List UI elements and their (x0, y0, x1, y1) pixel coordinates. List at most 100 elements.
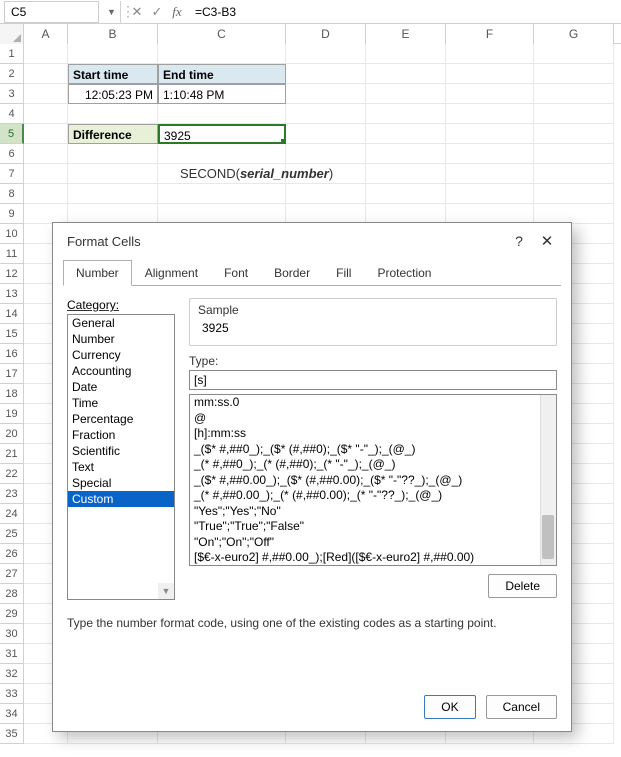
category-item[interactable]: Time (68, 395, 174, 411)
category-item[interactable]: Text (68, 459, 174, 475)
row-header-28[interactable]: 28 (0, 584, 24, 604)
category-list[interactable]: GeneralNumberCurrencyAccountingDateTimeP… (67, 314, 175, 600)
row-header-26[interactable]: 26 (0, 544, 24, 564)
category-item[interactable]: Number (68, 331, 174, 347)
format-code-item[interactable]: _(* #,##0_);_(* (#,##0);_(* "-"_);_(@_) (190, 457, 556, 473)
format-code-item[interactable]: _($* #,##0_);_($* (#,##0);_($* "-"_);_(@… (190, 442, 556, 458)
name-box[interactable] (4, 1, 99, 23)
col-header-E[interactable]: E (366, 24, 446, 44)
row-header-12[interactable]: 12 (0, 264, 24, 284)
type-input[interactable] (189, 370, 557, 390)
tab-fill[interactable]: Fill (323, 260, 364, 286)
row-header-35[interactable]: 35 (0, 724, 24, 744)
scrollbar-thumb[interactable] (542, 515, 554, 559)
cell-B3[interactable]: 12:05:23 PM (68, 84, 158, 104)
cell-C5-selected[interactable]: 3925 (158, 124, 286, 144)
tab-number[interactable]: Number (63, 260, 132, 286)
cell-C3[interactable]: 1:10:48 PM (158, 84, 286, 104)
name-box-dropdown-icon[interactable]: ▼ (103, 1, 121, 23)
close-icon[interactable]: ✕ (533, 227, 561, 255)
col-header-C[interactable]: C (158, 24, 286, 44)
row-header-31[interactable]: 31 (0, 644, 24, 664)
row-header-15[interactable]: 15 (0, 324, 24, 344)
format-code-list[interactable]: mm:ss.0@[h]:mm:ss_($* #,##0_);_($* (#,##… (189, 394, 557, 566)
row-header-1[interactable]: 1 (0, 44, 24, 64)
row-header-33[interactable]: 33 (0, 684, 24, 704)
row-header-22[interactable]: 22 (0, 464, 24, 484)
row-header-9[interactable]: 9 (0, 204, 24, 224)
cell-B2[interactable]: Start time (68, 64, 158, 84)
category-item[interactable]: Special (68, 475, 174, 491)
category-item[interactable]: Fraction (68, 427, 174, 443)
cell-C2[interactable]: End time (158, 64, 286, 84)
row-header-29[interactable]: 29 (0, 604, 24, 624)
row-header-11[interactable]: 11 (0, 244, 24, 264)
row-header-32[interactable]: 32 (0, 664, 24, 684)
category-item[interactable]: Accounting (68, 363, 174, 379)
fx-icon[interactable]: fx (167, 1, 187, 23)
format-code-item[interactable]: [h]:mm:ss (190, 426, 556, 442)
row-header-7[interactable]: 7 (0, 164, 24, 184)
format-code-item[interactable]: _(* #,##0.00_);_(* (#,##0.00);_(* "-"??_… (190, 488, 556, 504)
format-code-item[interactable]: [$€-x-euro2] #,##0.00_);[Red]([$€-x-euro… (190, 550, 556, 566)
scrollbar[interactable] (540, 395, 556, 565)
category-item[interactable]: Scientific (68, 443, 174, 459)
ok-button[interactable]: OK (424, 695, 475, 719)
category-item[interactable]: General (68, 315, 174, 331)
row-header-13[interactable]: 13 (0, 284, 24, 304)
row-header-19[interactable]: 19 (0, 404, 24, 424)
help-icon[interactable]: ? (505, 227, 533, 255)
tab-font[interactable]: Font (211, 260, 261, 286)
row-header-16[interactable]: 16 (0, 344, 24, 364)
row-header-25[interactable]: 25 (0, 524, 24, 544)
format-code-item[interactable]: "On";"On";"Off" (190, 535, 556, 551)
tab-alignment[interactable]: Alignment (132, 260, 211, 286)
cell-B5[interactable]: Difference (68, 124, 158, 144)
row-header-10[interactable]: 10 (0, 224, 24, 244)
format-code-item[interactable]: mm:ss.0 (190, 395, 556, 411)
format-code-item[interactable]: _($* #,##0.00_);_($* (#,##0.00);_($* "-"… (190, 473, 556, 489)
row-header-14[interactable]: 14 (0, 304, 24, 324)
col-header-G[interactable]: G (534, 24, 614, 44)
accept-formula-icon[interactable]: ✓ (147, 1, 167, 23)
row-header-23[interactable]: 23 (0, 484, 24, 504)
category-item[interactable]: Date (68, 379, 174, 395)
dialog-tabs: NumberAlignmentFontBorderFillProtection (53, 259, 571, 285)
chevron-down-icon[interactable]: ▼ (158, 583, 174, 599)
format-code-item[interactable]: "Yes";"Yes";"No" (190, 504, 556, 520)
format-code-item[interactable]: @ (190, 411, 556, 427)
row-header-34[interactable]: 34 (0, 704, 24, 724)
col-header-D[interactable]: D (286, 24, 366, 44)
tab-border[interactable]: Border (261, 260, 323, 286)
cancel-formula-icon[interactable]: ✕ (127, 1, 147, 23)
select-all-triangle[interactable] (0, 24, 24, 44)
row-header-2[interactable]: 2 (0, 64, 24, 84)
sample-group: Sample 3925 (189, 298, 557, 346)
cancel-button[interactable]: Cancel (486, 695, 557, 719)
delete-button[interactable]: Delete (488, 574, 557, 598)
row-header-8[interactable]: 8 (0, 184, 24, 204)
col-header-F[interactable]: F (446, 24, 534, 44)
row-header-24[interactable]: 24 (0, 504, 24, 524)
row-header-20[interactable]: 20 (0, 424, 24, 444)
col-header-A[interactable]: A (24, 24, 68, 44)
row-header-18[interactable]: 18 (0, 384, 24, 404)
format-code-item[interactable]: [s] (190, 566, 556, 567)
category-item[interactable]: Percentage (68, 411, 174, 427)
row-header-6[interactable]: 6 (0, 144, 24, 164)
category-item[interactable]: Currency (68, 347, 174, 363)
row-header-21[interactable]: 21 (0, 444, 24, 464)
dialog-title: Format Cells (67, 234, 505, 249)
row-header-30[interactable]: 30 (0, 624, 24, 644)
tab-protection[interactable]: Protection (364, 260, 444, 286)
dialog-titlebar[interactable]: Format Cells ? ✕ (53, 223, 571, 259)
formula-input[interactable] (187, 1, 621, 23)
row-header-17[interactable]: 17 (0, 364, 24, 384)
row-header-4[interactable]: 4 (0, 104, 24, 124)
row-header-27[interactable]: 27 (0, 564, 24, 584)
category-item[interactable]: Custom (68, 491, 174, 507)
row-header-3[interactable]: 3 (0, 84, 24, 104)
col-header-B[interactable]: B (68, 24, 158, 44)
row-header-5[interactable]: 5 (0, 124, 24, 144)
format-code-item[interactable]: "True";"True";"False" (190, 519, 556, 535)
